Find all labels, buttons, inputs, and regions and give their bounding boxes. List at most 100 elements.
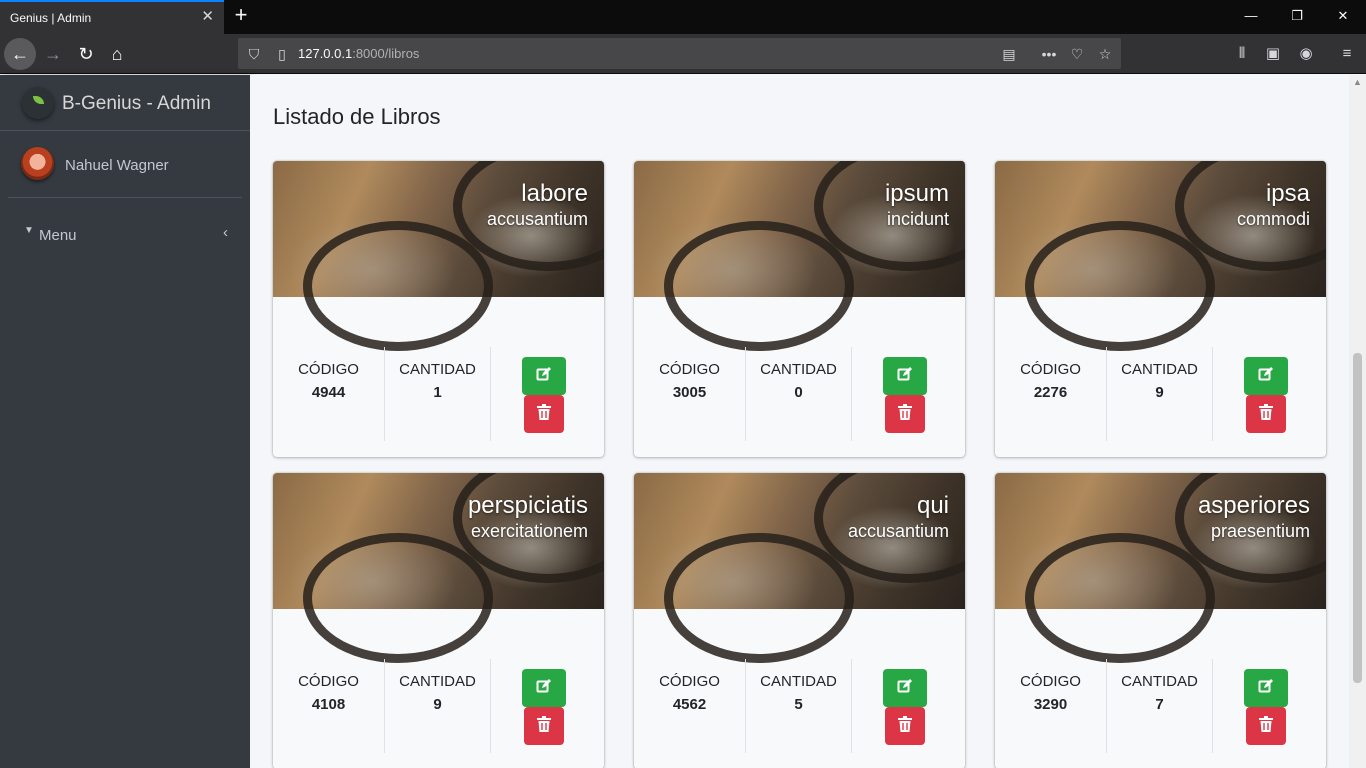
edit-button[interactable] (883, 357, 927, 395)
book-heading: asperiores praesentium (1198, 493, 1310, 543)
cantidad-stat: CANTIDAD 5 (745, 659, 852, 753)
url-host: 127.0.0.1 (298, 46, 353, 61)
edit-button[interactable] (522, 357, 566, 395)
reader-view-icon[interactable]: ▤ (999, 44, 1019, 64)
codigo-stat: CÓDIGO 3290 (995, 659, 1106, 753)
codigo-label: CÓDIGO (1020, 361, 1081, 378)
main-content: Listado de Libros labore accusantium CÓD… (250, 75, 1349, 768)
delete-button[interactable] (885, 395, 925, 433)
trash-icon (537, 716, 551, 732)
page-title: Listado de Libros (273, 104, 441, 129)
trash-icon (898, 404, 912, 420)
codigo-label: CÓDIGO (659, 673, 720, 690)
book-title: perspiciatis (467, 492, 588, 519)
delete-button[interactable] (524, 395, 564, 433)
user-name[interactable]: Nahuel Wagner (65, 157, 169, 174)
book-card: perspiciatis exercitationem CÓDIGO 4108 … (273, 473, 604, 768)
delete-button[interactable] (524, 707, 564, 745)
cantidad-value: 1 (433, 384, 442, 401)
cantidad-label: CANTIDAD (399, 673, 476, 690)
tab-title: Genius | Admin (10, 11, 92, 25)
codigo-value: 3290 (1033, 696, 1068, 713)
forward-icon[interactable]: → (37, 38, 69, 70)
edit-icon (536, 367, 551, 381)
chevron-left-icon: ‹ (223, 224, 228, 241)
codigo-value: 4944 (311, 384, 346, 401)
codigo-value: 4562 (672, 696, 707, 713)
cantidad-label: CANTIDAD (399, 361, 476, 378)
delete-button[interactable] (885, 707, 925, 745)
book-card: qui accusantium CÓDIGO 4562 CANTIDAD 5 (634, 473, 965, 768)
brand-link[interactable]: B-Genius - Admin (0, 75, 250, 131)
cantidad-stat: CANTIDAD 1 (384, 347, 491, 441)
reload-icon[interactable]: ↻ (70, 38, 102, 70)
book-card: ipsa commodi CÓDIGO 2276 CANTIDAD 9 (995, 161, 1326, 457)
sidebar-toggle-icon[interactable]: ▣ (1262, 43, 1284, 65)
book-subtitle: incidunt (886, 209, 949, 229)
book-title: labore (521, 180, 588, 207)
restore-icon[interactable]: ❐ (1274, 0, 1320, 34)
account-icon[interactable]: ◉ (1295, 43, 1317, 65)
home-icon[interactable]: ⌂ (101, 38, 133, 70)
codigo-stat: CÓDIGO 2276 (995, 347, 1106, 441)
pocket-icon[interactable]: ♡ (1067, 44, 1087, 64)
book-cover-image: perspiciatis exercitationem (273, 473, 604, 663)
book-cover-image: qui accusantium (634, 473, 965, 663)
browser-tab[interactable]: Genius | Admin ✕ (0, 0, 224, 34)
book-title: ipsa (1265, 180, 1310, 207)
codigo-value: 4108 (311, 696, 346, 713)
book-subtitle: praesentium (1210, 521, 1310, 541)
book-cover-image: ipsa commodi (995, 161, 1326, 351)
book-subtitle: accusantium (847, 521, 949, 541)
book-subtitle: exercitationem (470, 521, 588, 541)
delete-button[interactable] (1246, 707, 1286, 745)
codigo-value: 3005 (672, 384, 707, 401)
sidebar-item-menu[interactable]: ▼ Menu ‹ (8, 220, 242, 250)
edit-icon (1258, 367, 1273, 381)
cantidad-label: CANTIDAD (760, 361, 837, 378)
url-text[interactable]: 127.0.0.1:8000/libros (298, 46, 419, 61)
book-cover-image: ipsum incidunt (634, 161, 965, 351)
url-bar[interactable]: ⛉ ▯ 127.0.0.1:8000/libros ▤ ••• ♡ ☆ (238, 38, 1121, 69)
more-actions-icon[interactable]: ••• (1039, 44, 1059, 64)
book-cover-image: asperiores praesentium (995, 473, 1326, 663)
codigo-stat: CÓDIGO 4562 (634, 659, 745, 753)
library-icon[interactable]: ⫴ (1231, 43, 1253, 65)
edit-icon (897, 679, 912, 693)
bookmark-star-icon[interactable]: ☆ (1095, 44, 1115, 64)
back-icon[interactable]: ← (4, 38, 36, 70)
hamburger-menu-icon[interactable]: ≡ (1336, 43, 1358, 65)
window-close-icon[interactable]: ✕ (1320, 0, 1366, 34)
book-heading: ipsa commodi (1237, 181, 1310, 231)
codigo-stat: CÓDIGO 4108 (273, 659, 384, 753)
user-panel[interactable]: Nahuel Wagner (8, 131, 242, 198)
cantidad-value: 0 (794, 384, 803, 401)
scrollbar[interactable]: ▲ (1349, 75, 1366, 768)
trash-icon (898, 716, 912, 732)
sidebar-item-label: Menu (39, 227, 77, 244)
edit-button[interactable] (1244, 669, 1288, 707)
cantidad-stat: CANTIDAD 7 (1106, 659, 1213, 753)
scroll-up-icon[interactable]: ▲ (1353, 77, 1362, 87)
edit-icon (897, 367, 912, 381)
delete-button[interactable] (1246, 395, 1286, 433)
cantidad-value: 9 (1155, 384, 1164, 401)
minimize-icon[interactable]: — (1228, 0, 1274, 34)
new-tab-icon[interactable]: + (230, 4, 252, 28)
scroll-thumb[interactable] (1353, 353, 1362, 683)
caret-down-icon: ▼ (24, 225, 34, 236)
cantidad-stat: CANTIDAD 9 (1106, 347, 1213, 441)
codigo-stat: CÓDIGO 3005 (634, 347, 745, 441)
codigo-label: CÓDIGO (298, 361, 359, 378)
edit-button[interactable] (522, 669, 566, 707)
shield-icon[interactable]: ⛉ (244, 44, 264, 64)
edit-button[interactable] (1244, 357, 1288, 395)
edit-button[interactable] (883, 669, 927, 707)
browser-tab-strip: Genius | Admin ✕ + — ❐ ✕ (0, 0, 1366, 34)
book-title: qui (916, 492, 949, 519)
book-card: ipsum incidunt CÓDIGO 3005 CANTIDAD 0 (634, 161, 965, 457)
cantidad-value: 5 (794, 696, 803, 713)
codigo-value: 2276 (1033, 384, 1068, 401)
cantidad-label: CANTIDAD (1121, 361, 1198, 378)
close-tab-icon[interactable]: ✕ (201, 9, 214, 25)
